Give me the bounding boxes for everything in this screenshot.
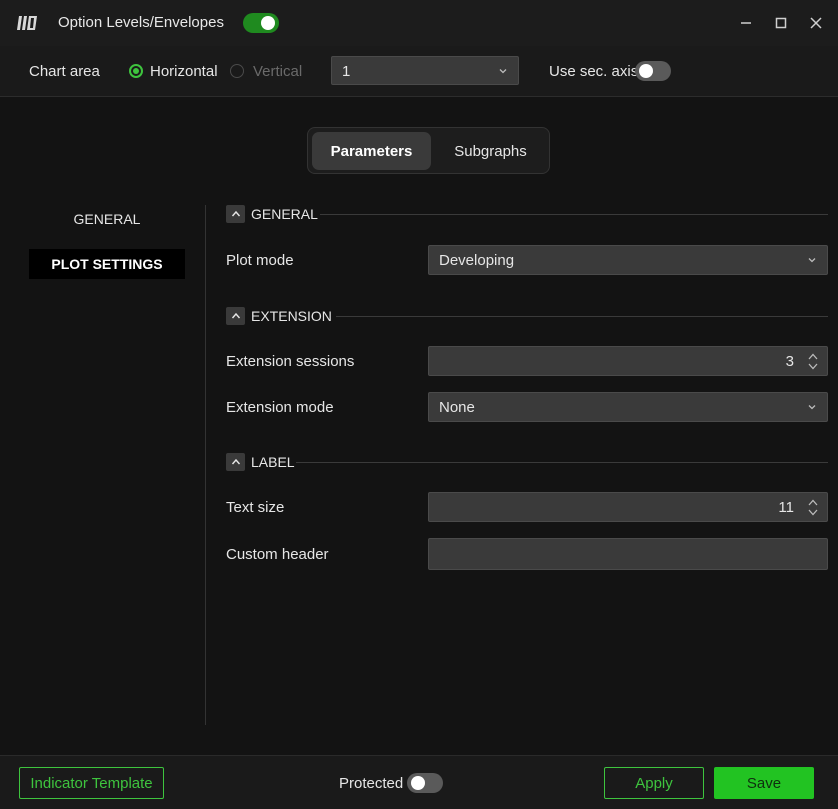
minimize-icon <box>741 22 751 24</box>
chart-area-select-value: 1 <box>342 63 351 80</box>
plot-mode-select[interactable]: Developing <box>428 245 828 275</box>
app-logo-icon <box>17 16 37 30</box>
footer-bar: Indicator Template Protected Apply Save <box>0 755 838 809</box>
extension-sessions-value: 3 <box>785 353 794 370</box>
spin-arrows-icon[interactable] <box>807 352 819 371</box>
save-button[interactable]: Save <box>714 767 814 799</box>
nav-item-general[interactable]: GENERAL <box>29 211 185 227</box>
text-size-stepper[interactable]: 11 <box>428 492 828 522</box>
chart-area-label: Chart area <box>29 63 100 80</box>
chevron-up-icon <box>231 312 240 319</box>
maximize-button[interactable] <box>770 12 792 34</box>
indicator-template-button[interactable]: Indicator Template <box>19 767 164 799</box>
indicator-enabled-toggle[interactable] <box>243 13 279 33</box>
chart-area-row: Chart area Horizontal Vertical 1 Use sec… <box>0 46 838 97</box>
minimize-button[interactable] <box>735 12 757 34</box>
section-rule <box>296 462 828 463</box>
section-title-label: LABEL <box>251 454 295 470</box>
chevron-down-icon <box>808 405 816 410</box>
protected-label: Protected <box>339 775 404 792</box>
sec-axis-label: Use sec. axis <box>549 63 639 80</box>
extension-mode-label: Extension mode <box>226 399 334 416</box>
collapse-general-button[interactable] <box>226 205 245 223</box>
toggle-knob <box>411 776 425 790</box>
close-button[interactable] <box>805 12 827 34</box>
plot-mode-value: Developing <box>439 252 515 269</box>
collapse-extension-button[interactable] <box>226 307 245 325</box>
extension-sessions-stepper[interactable]: 3 <box>428 346 828 376</box>
chevron-down-icon <box>499 69 507 74</box>
chevron-up-icon <box>231 458 240 465</box>
toggle-knob <box>261 16 275 30</box>
nav-divider <box>205 205 206 725</box>
maximize-icon <box>775 17 787 29</box>
text-size-label: Text size <box>226 499 285 516</box>
section-title-general: GENERAL <box>251 206 318 222</box>
apply-button[interactable]: Apply <box>604 767 704 799</box>
tab-parameters[interactable]: Parameters <box>312 132 431 170</box>
tab-bar: Parameters Subgraphs <box>307 127 550 174</box>
section-header-general: GENERAL <box>226 205 828 225</box>
toggle-knob <box>639 64 653 78</box>
section-rule <box>336 316 828 317</box>
tab-subgraphs[interactable]: Subgraphs <box>434 132 547 170</box>
horizontal-radio-label[interactable]: Horizontal <box>150 63 218 80</box>
plot-mode-label: Plot mode <box>226 252 294 269</box>
spin-arrows-icon[interactable] <box>807 498 819 517</box>
nav-item-plot-settings[interactable]: PLOT SETTINGS <box>29 249 185 279</box>
chevron-up-icon <box>231 210 240 217</box>
close-icon <box>810 17 822 29</box>
section-rule <box>320 214 828 215</box>
window-title: Option Levels/Envelopes <box>58 14 224 31</box>
extension-mode-value: None <box>439 399 475 416</box>
vertical-radio[interactable] <box>230 64 244 78</box>
title-bar: Option Levels/Envelopes <box>0 0 838 46</box>
text-size-value: 11 <box>778 499 794 516</box>
extension-sessions-label: Extension sessions <box>226 353 355 370</box>
section-header-label: LABEL <box>226 453 828 473</box>
horizontal-radio[interactable] <box>129 64 143 78</box>
custom-header-input[interactable] <box>428 538 828 570</box>
section-header-extension: EXTENSION <box>226 307 828 327</box>
custom-header-label: Custom header <box>226 546 329 563</box>
extension-mode-select[interactable]: None <box>428 392 828 422</box>
section-title-extension: EXTENSION <box>251 308 332 324</box>
chart-area-select[interactable]: 1 <box>331 56 519 85</box>
collapse-label-button[interactable] <box>226 453 245 471</box>
chevron-down-icon <box>808 258 816 263</box>
sec-axis-toggle[interactable] <box>635 61 671 81</box>
vertical-radio-label[interactable]: Vertical <box>253 63 302 80</box>
protected-toggle[interactable] <box>407 773 443 793</box>
